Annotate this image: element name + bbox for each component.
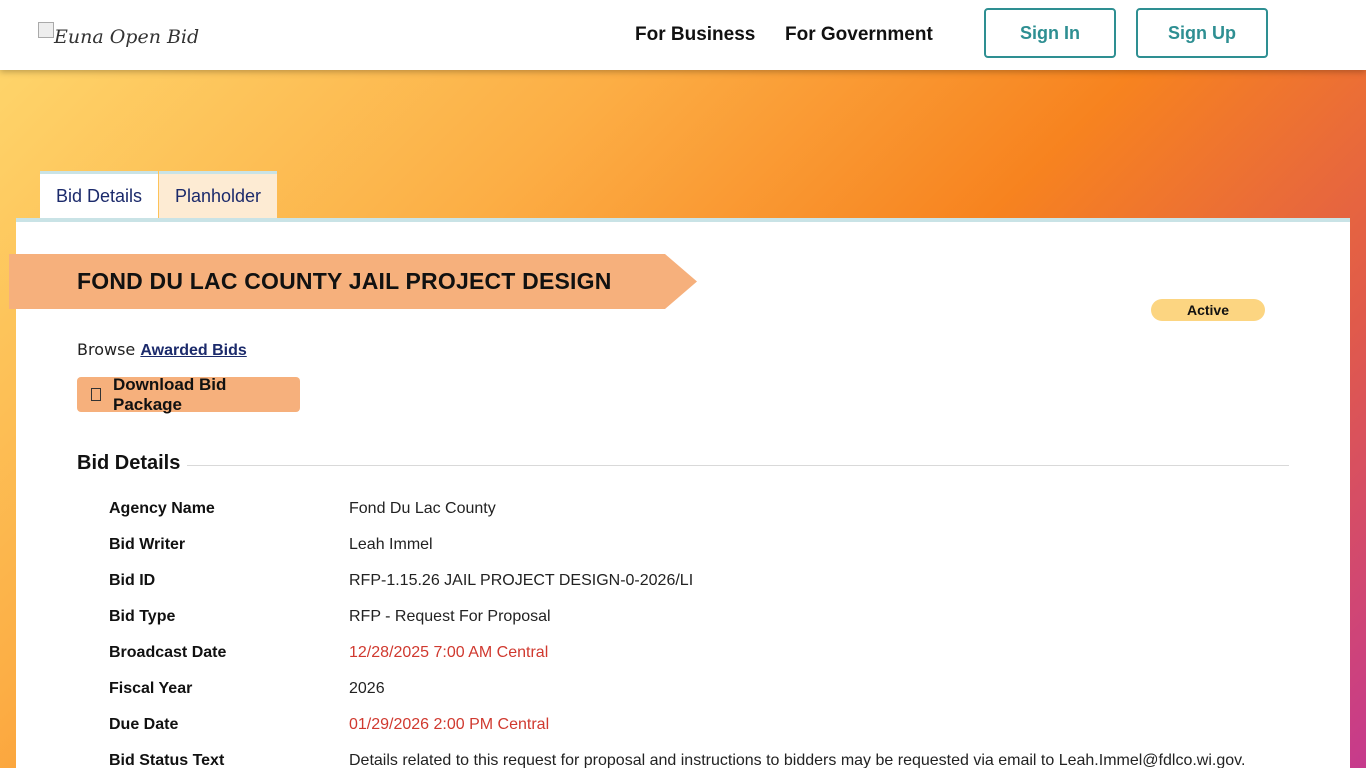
status-badge: Active <box>1151 299 1265 321</box>
detail-row: Broadcast Date 12/28/2025 7:00 AM Centra… <box>109 635 1289 671</box>
sign-up-button[interactable]: Sign Up <box>1136 8 1268 58</box>
detail-label: Broadcast Date <box>109 644 227 661</box>
site-header: Euna Open Bid For Business For Governmen… <box>0 0 1366 70</box>
browse-prefix: Browse <box>77 340 136 359</box>
detail-label: Due Date <box>109 716 179 733</box>
logo[interactable]: Euna Open Bid <box>38 20 199 48</box>
detail-value: RFP-1.15.26 JAIL PROJECT DESIGN-0-2026/L… <box>349 572 694 589</box>
detail-label: Bid ID <box>109 572 156 589</box>
detail-row: Bid Type RFP - Request For Proposal <box>109 599 1289 635</box>
title-ribbon: FOND DU LAC COUNTY JAIL PROJECT DESIGN <box>9 254 697 309</box>
detail-value: Leah Immel <box>349 536 433 553</box>
details-table: Agency Name Fond Du Lac County Bid Write… <box>109 491 1289 768</box>
detail-label: Fiscal Year <box>109 680 193 697</box>
section-divider <box>187 465 1289 466</box>
detail-row: Bid Writer Leah Immel <box>109 527 1289 563</box>
broadcast-date-value: 12/28/2025 7:00 AM Central <box>349 644 549 661</box>
detail-row: Fiscal Year 2026 <box>109 671 1289 707</box>
detail-row: Due Date 01/29/2026 2:00 PM Central <box>109 707 1289 743</box>
section-heading: Bid Details <box>77 452 181 474</box>
detail-label: Bid Status Text <box>109 752 225 768</box>
detail-label: Bid Writer <box>109 536 186 553</box>
detail-row: Bid ID RFP-1.15.26 JAIL PROJECT DESIGN-0… <box>109 563 1289 599</box>
broken-image-icon <box>38 22 54 38</box>
download-button-label: Download Bid Package <box>113 374 227 414</box>
detail-label: Bid Type <box>109 608 176 625</box>
page-title: FOND DU LAC COUNTY JAIL PROJECT DESIGN <box>77 268 612 294</box>
detail-value: Fond Du Lac County <box>349 500 496 517</box>
bid-status-text-value: Details related to this request for prop… <box>349 752 1246 768</box>
detail-value: 2026 <box>349 680 385 697</box>
logo-alt-text: Euna Open Bid <box>54 26 200 48</box>
tab-bid-details[interactable]: Bid Details <box>40 171 158 218</box>
detail-row: Bid Status Text Details related to this … <box>109 743 1289 768</box>
detail-row: Agency Name Fond Du Lac County <box>109 491 1289 527</box>
download-bid-package-button[interactable]: Download Bid Package <box>77 374 300 414</box>
awarded-bids-link[interactable]: Awarded Bids <box>140 342 246 359</box>
detail-value: RFP - Request For Proposal <box>349 608 551 625</box>
file-icon <box>91 388 101 401</box>
detail-label: Agency Name <box>109 500 215 517</box>
nav-for-business[interactable]: For Business <box>635 24 755 46</box>
tab-planholder[interactable]: Planholder <box>159 171 277 218</box>
sign-in-button[interactable]: Sign In <box>984 8 1116 58</box>
due-date-value: 01/29/2026 2:00 PM Central <box>349 716 550 733</box>
browse-line: Browse Awarded Bids <box>77 340 247 360</box>
nav-for-government[interactable]: For Government <box>785 24 933 46</box>
